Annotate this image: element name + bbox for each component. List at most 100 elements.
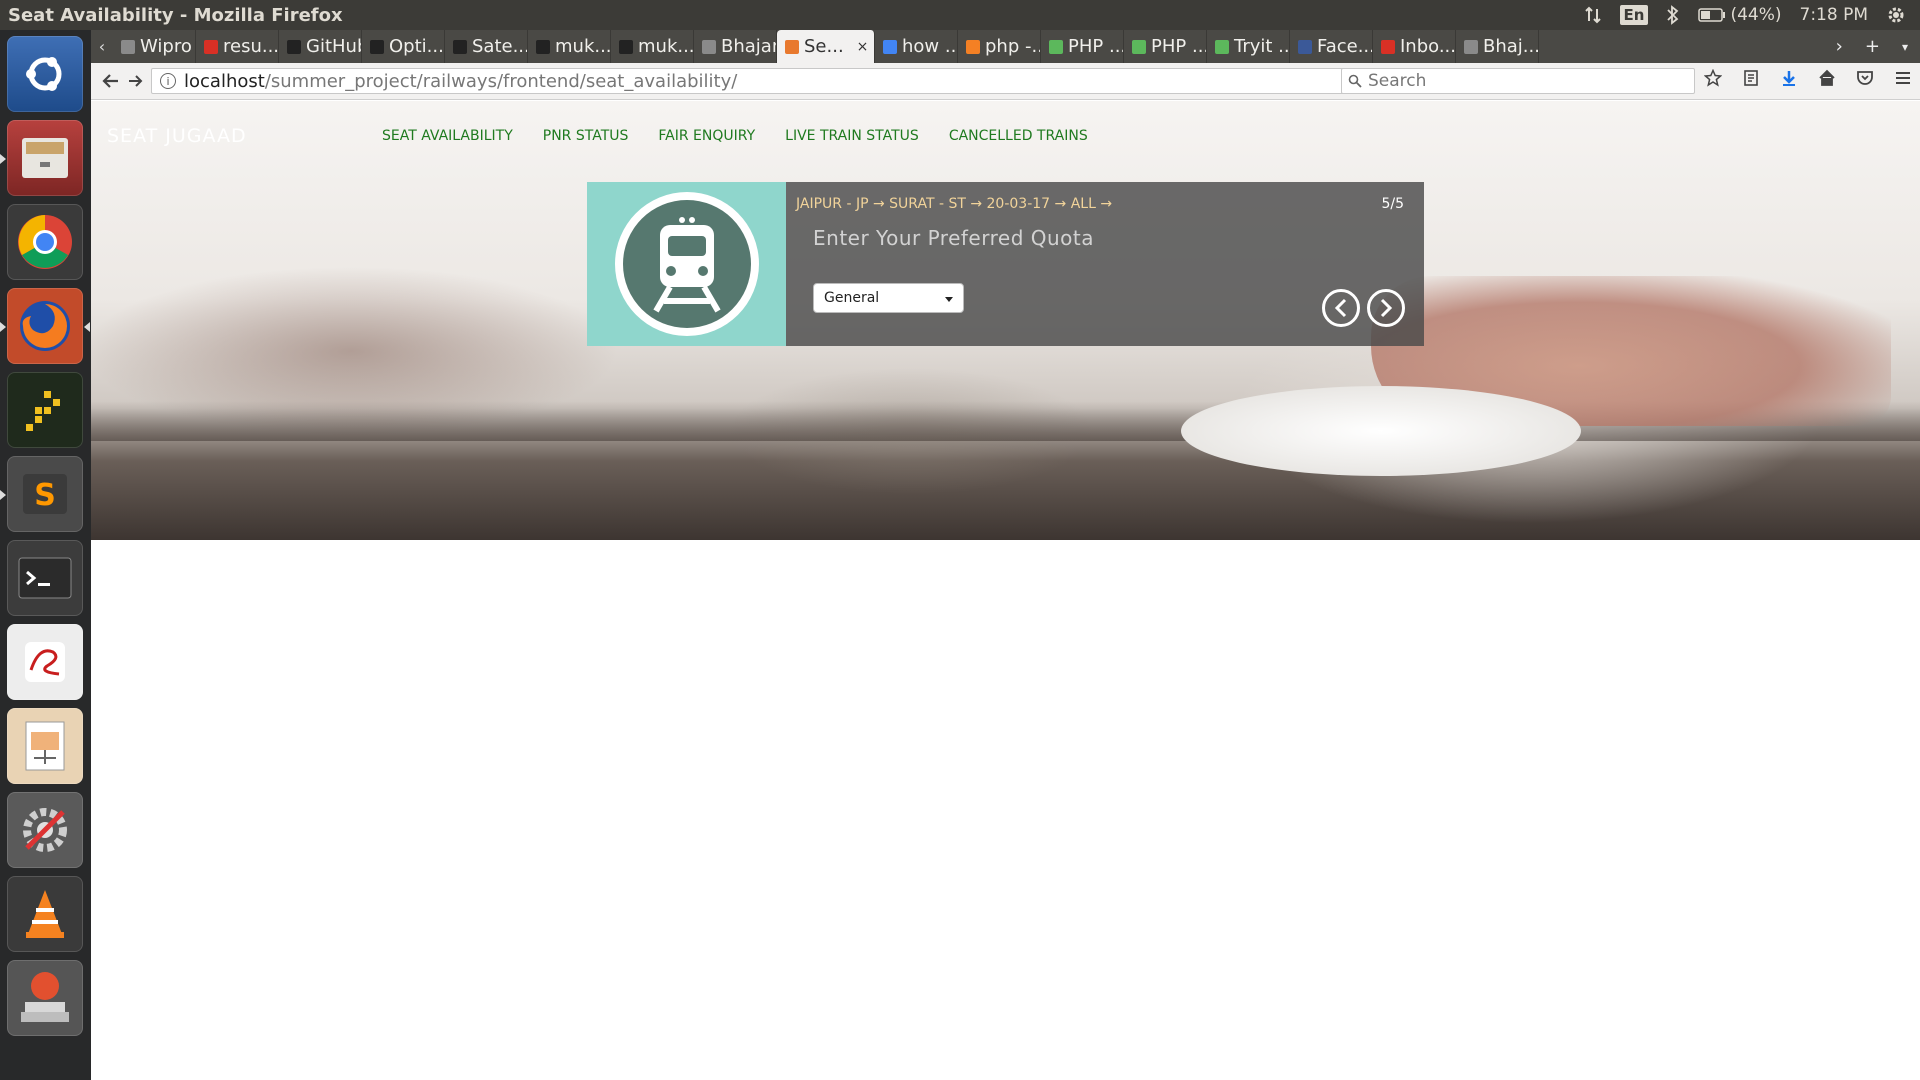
- nav-live-train-status[interactable]: LIVE TRAIN STATUS: [785, 126, 919, 146]
- network-icon[interactable]: [1584, 6, 1602, 24]
- tab[interactable]: Inbo...: [1373, 30, 1456, 63]
- tab[interactable]: Bhajan -...: [694, 30, 777, 63]
- back-arrow-icon: [102, 74, 118, 88]
- tab-favicon-icon: [1381, 39, 1395, 54]
- tab[interactable]: Tryit ...: [1207, 30, 1290, 63]
- battery-indicator[interactable]: (44%): [1698, 5, 1782, 25]
- tab[interactable]: resu...: [196, 30, 279, 63]
- form-step-panel: JAIPUR - JP → SURAT - ST → 20-03-17 → AL…: [786, 182, 1424, 346]
- url-host: localhost: [184, 70, 265, 92]
- tab[interactable]: how ...: [875, 30, 958, 63]
- nav-fair-enquiry[interactable]: FAIR ENQUIRY: [658, 126, 755, 146]
- tab-favicon-icon: [883, 39, 897, 54]
- window-title: Seat Availability - Mozilla Firefox: [8, 4, 343, 26]
- site-brand[interactable]: SEAT JUGAAD: [107, 124, 247, 148]
- previous-step-button[interactable]: [1322, 289, 1360, 327]
- web-page: SEAT JUGAAD SEAT AVAILABILITY PNR STATUS…: [91, 101, 1920, 1080]
- tab-active[interactable]: Se... ×: [777, 30, 875, 63]
- tab-favicon-icon: [1215, 39, 1229, 54]
- forward-button[interactable]: [121, 67, 149, 95]
- ubuntu-dash-icon[interactable]: [7, 36, 83, 112]
- bluetooth-icon[interactable]: [1666, 5, 1680, 25]
- tab-label: PHP ...: [1151, 36, 1207, 57]
- chevron-left-icon: [1334, 298, 1347, 318]
- tab-label: how ...: [902, 36, 958, 57]
- system-settings-icon[interactable]: [7, 792, 83, 868]
- pocket-icon[interactable]: [1856, 69, 1874, 91]
- sublime-text-icon[interactable]: S: [7, 456, 83, 532]
- tab-favicon-icon: [370, 39, 384, 54]
- close-tab-icon[interactable]: ×: [857, 39, 869, 55]
- tab-favicon-icon: [702, 39, 716, 54]
- tab[interactable]: GitHub: [279, 30, 362, 63]
- reading-list-icon[interactable]: [1742, 69, 1760, 91]
- tab-bar: ‹ Wipro ... resu... GitHub Opti... Sate... mu…: [91, 30, 1920, 63]
- tab-label: php -...: [985, 36, 1040, 57]
- url-bar[interactable]: i localhost/summer_project/railways/fron…: [151, 68, 1389, 94]
- tab-list-dropdown[interactable]: ▾: [1902, 40, 1908, 54]
- app-grid-icon[interactable]: [7, 372, 83, 448]
- tab-favicon-icon: [785, 39, 799, 54]
- tab-favicon-icon: [619, 39, 633, 54]
- bookmark-star-icon[interactable]: [1703, 68, 1723, 91]
- tab-label: muk...: [638, 36, 694, 57]
- search-placeholder: Search: [1368, 71, 1427, 91]
- home-icon[interactable]: [1818, 69, 1836, 91]
- tab[interactable]: Opti...: [362, 30, 445, 63]
- nav-seat-availability[interactable]: SEAT AVAILABILITY: [382, 126, 513, 146]
- nav-pnr-status[interactable]: PNR STATUS: [543, 126, 629, 146]
- tab[interactable]: Wipro ...: [113, 30, 196, 63]
- keyboard-layout-indicator[interactable]: En: [1619, 5, 1649, 25]
- tab[interactable]: PHP ...: [1124, 30, 1207, 63]
- installer-icon[interactable]: [7, 960, 83, 1036]
- files-icon[interactable]: [7, 120, 83, 196]
- terminal-icon[interactable]: [7, 540, 83, 616]
- tab-label: Bhajan -...: [721, 36, 776, 57]
- tab[interactable]: muk...: [611, 30, 694, 63]
- tab-scroll-left-button[interactable]: ‹: [91, 37, 113, 56]
- unity-launcher: S: [0, 30, 91, 1080]
- tab-label: GitHub: [306, 36, 361, 57]
- chrome-icon[interactable]: [7, 204, 83, 280]
- clock[interactable]: 7:18 PM: [1800, 5, 1869, 25]
- search-bar[interactable]: Search: [1341, 68, 1695, 94]
- tab-favicon-icon: [1464, 39, 1478, 54]
- settings-gear-icon[interactable]: [1886, 5, 1906, 25]
- impress-icon[interactable]: [7, 708, 83, 784]
- tab[interactable]: php -...: [958, 30, 1041, 63]
- tab[interactable]: Face...: [1290, 30, 1373, 63]
- quota-select[interactable]: General: [813, 283, 964, 313]
- tab-favicon-icon: [453, 39, 467, 54]
- chevron-down-icon: [945, 297, 953, 302]
- next-step-button[interactable]: [1367, 289, 1405, 327]
- tab-label: Face...: [1317, 36, 1373, 57]
- toolbar-icons: [1703, 68, 1912, 91]
- tab-favicon-icon: [287, 39, 301, 54]
- hamburger-menu-icon[interactable]: [1894, 69, 1912, 91]
- firefox-icon[interactable]: [7, 288, 83, 364]
- tab-label: muk...: [555, 36, 611, 57]
- downloads-icon[interactable]: [1780, 69, 1798, 91]
- tab-favicon-icon: [121, 39, 135, 54]
- tab-label: resu...: [223, 36, 279, 57]
- battery-percent: (44%): [1730, 5, 1782, 25]
- tab-scroll-right-button[interactable]: ›: [1836, 36, 1843, 57]
- tab[interactable]: PHP ...: [1041, 30, 1124, 63]
- epdfview-icon[interactable]: [7, 624, 83, 700]
- top-panel: Seat Availability - Mozilla Firefox En (…: [0, 0, 1920, 30]
- journey-breadcrumb: JAIPUR - JP → SURAT - ST → 20-03-17 → AL…: [796, 196, 1113, 212]
- navigation-bar: i localhost/summer_project/railways/fron…: [91, 63, 1920, 100]
- tab-label: Se...: [804, 36, 844, 57]
- tab[interactable]: Bhaj...: [1456, 30, 1539, 63]
- seat-availability-form-card: JAIPUR - JP → SURAT - ST → 20-03-17 → AL…: [587, 182, 1424, 346]
- new-tab-button[interactable]: +: [1865, 36, 1880, 57]
- vlc-icon[interactable]: [7, 876, 83, 952]
- site-info-icon[interactable]: i: [160, 73, 176, 89]
- tab[interactable]: Sate...: [445, 30, 528, 63]
- svg-text:S: S: [34, 478, 56, 513]
- tab[interactable]: muk...: [528, 30, 611, 63]
- nav-cancelled-trains[interactable]: CANCELLED TRAINS: [949, 126, 1088, 146]
- search-icon: [1348, 74, 1362, 88]
- tab-favicon-icon: [1298, 39, 1312, 54]
- battery-icon: [1698, 8, 1726, 22]
